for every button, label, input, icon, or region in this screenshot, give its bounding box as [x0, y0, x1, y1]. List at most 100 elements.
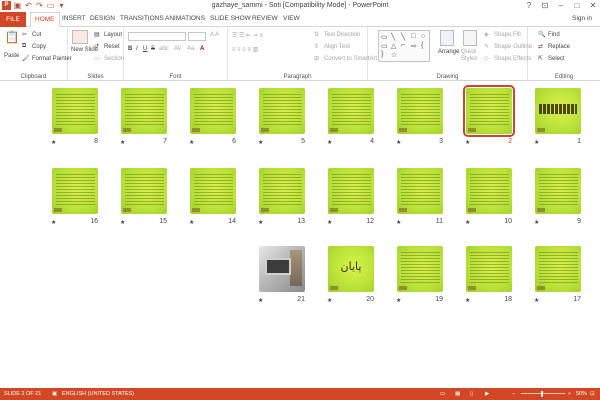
paste-icon[interactable]: 📋 — [4, 30, 20, 50]
fit-window-icon[interactable]: ⊡ — [590, 391, 595, 397]
select-button[interactable]: ⇱ Select — [538, 55, 565, 62]
layout-button[interactable]: ▤ Layout — [94, 31, 122, 38]
quick-styles-icon[interactable] — [463, 30, 477, 46]
zoom-slider-thumb[interactable] — [541, 391, 543, 397]
transition-star-icon[interactable]: ★ — [51, 139, 56, 146]
underline-button[interactable]: U — [143, 46, 147, 52]
italic-button[interactable]: I — [136, 46, 138, 52]
tab-review[interactable]: REVIEW — [252, 15, 278, 22]
tab-animations[interactable]: ANIMATIONS — [165, 15, 205, 22]
slide-thumbnail[interactable] — [463, 85, 515, 137]
tab-view[interactable]: VIEW — [283, 15, 300, 22]
shape-brace-icon[interactable]: { — [421, 42, 430, 50]
font-color-icon[interactable]: A — [200, 46, 204, 52]
replace-button[interactable]: ⇄ Replace — [538, 43, 570, 50]
shape-fill-button[interactable]: ◈ Shape Fill — [484, 31, 521, 38]
slide-thumbnail[interactable] — [190, 168, 236, 214]
align-text-button[interactable]: ⇕ Align Text — [314, 43, 350, 50]
slide-thumbnail[interactable] — [259, 168, 305, 214]
quick-styles-button[interactable]: Quick Styles — [461, 49, 481, 63]
transition-star-icon[interactable]: ★ — [327, 297, 332, 304]
help-icon[interactable]: ? — [524, 1, 534, 10]
transition-star-icon[interactable]: ★ — [465, 219, 470, 226]
grow-font-icon[interactable]: A A — [210, 32, 219, 38]
transition-star-icon[interactable]: ★ — [120, 219, 125, 226]
close-icon[interactable]: ✕ — [588, 1, 598, 10]
reading-view-icon[interactable]: ▯ — [470, 391, 473, 397]
transition-star-icon[interactable]: ★ — [396, 219, 401, 226]
transition-star-icon[interactable]: ★ — [396, 297, 401, 304]
font-name-select[interactable] — [128, 32, 186, 41]
arrange-button[interactable]: Arrange — [438, 49, 459, 55]
cut-button[interactable]: ✂ Cut — [22, 31, 41, 38]
slide-thumbnail[interactable] — [259, 88, 305, 134]
shape-rect-icon[interactable]: ▭ — [381, 42, 390, 50]
slideshow-view-icon[interactable]: ▶ — [485, 391, 489, 397]
slide-thumbnail[interactable] — [328, 168, 374, 214]
slide-thumbnail[interactable] — [535, 168, 581, 214]
text-shadow-button[interactable]: abc — [159, 46, 169, 52]
tab-transitions[interactable]: TRANSITIONS — [120, 15, 164, 22]
transition-star-icon[interactable]: ★ — [327, 139, 332, 146]
shape-rect-icon[interactable]: ▭ — [381, 33, 390, 41]
sign-in-link[interactable]: Sign in — [572, 15, 592, 22]
shape-effects-button[interactable]: ◇ Shape Effects — [484, 55, 531, 62]
format-painter-button[interactable]: 🖌 Format Painter — [22, 55, 72, 62]
slide-thumbnail[interactable]: پایان — [328, 246, 374, 292]
zoom-level[interactable]: 50% — [576, 391, 587, 397]
slide-thumbnail[interactable] — [535, 246, 581, 292]
tab-home[interactable]: HOME — [30, 12, 60, 27]
slide-thumbnail[interactable] — [397, 168, 443, 214]
bullets-icon[interactable]: ☰ ☰ ⇤ ⇥ ≡ — [232, 32, 263, 39]
bold-button[interactable]: B — [128, 46, 132, 52]
spellcheck-icon[interactable]: ▣ — [52, 391, 57, 397]
shape-arrow-icon[interactable]: ⇨ — [411, 42, 420, 50]
slide-thumbnail[interactable] — [52, 168, 98, 214]
zoom-slider[interactable] — [521, 393, 565, 394]
slide-thumbnail[interactable] — [328, 88, 374, 134]
slide-thumbnail[interactable] — [466, 246, 512, 292]
slide-thumbnail[interactable] — [397, 88, 443, 134]
zoom-out-button[interactable]: − — [512, 391, 515, 397]
slide-sorter-view-icon[interactable]: ▦ — [455, 391, 460, 397]
shape-line-icon[interactable]: ╲ — [391, 33, 400, 41]
tab-file[interactable]: FILE — [0, 12, 26, 27]
transition-star-icon[interactable]: ★ — [120, 139, 125, 146]
slide-thumbnail[interactable] — [535, 88, 581, 134]
find-button[interactable]: 🔍 Find — [538, 31, 560, 38]
tab-slide-show[interactable]: SLIDE SHOW — [210, 15, 251, 22]
transition-star-icon[interactable]: ★ — [396, 139, 401, 146]
shape-brace-icon[interactable]: } — [381, 51, 390, 59]
slide-thumbnail[interactable] — [121, 88, 167, 134]
reset-button[interactable]: ↺ Reset — [94, 43, 120, 50]
transition-star-icon[interactable]: ★ — [189, 219, 194, 226]
slide-thumbnail[interactable] — [121, 168, 167, 214]
ribbon-display-icon[interactable]: ⊡ — [540, 1, 550, 10]
shape-line-icon[interactable]: ╲ — [401, 33, 410, 41]
transition-star-icon[interactable]: ★ — [258, 219, 263, 226]
text-direction-button[interactable]: ⇅ Text Direction — [314, 31, 360, 38]
shape-bend-icon[interactable]: ⌐ — [401, 42, 410, 50]
shape-oval-icon[interactable]: ○ — [421, 33, 430, 41]
copy-button[interactable]: ⧉ Copy — [22, 43, 46, 50]
language-indicator[interactable]: ENGLISH (UNITED STATES) — [62, 391, 134, 397]
tab-design[interactable]: DESIGN — [90, 15, 115, 22]
shape-star-icon[interactable]: ☆ — [391, 51, 400, 59]
slide-thumbnail[interactable] — [190, 88, 236, 134]
shape-outline-button[interactable]: ✎ Shape Outline — [484, 43, 532, 50]
slide-thumbnail[interactable] — [259, 246, 305, 292]
font-size-select[interactable] — [188, 32, 206, 41]
transition-star-icon[interactable]: ★ — [534, 297, 539, 304]
shape-square-icon[interactable]: □ — [411, 33, 420, 41]
arrange-icon[interactable] — [440, 30, 454, 46]
normal-view-icon[interactable]: ▭ — [440, 391, 445, 397]
strikethrough-button[interactable]: S — [151, 46, 155, 52]
character-spacing-button[interactable]: AV — [174, 46, 182, 52]
slide-thumbnail[interactable] — [466, 168, 512, 214]
new-slide-icon[interactable] — [72, 30, 88, 44]
slide-thumbnail[interactable] — [397, 246, 443, 292]
transition-star-icon[interactable]: ★ — [327, 219, 332, 226]
transition-star-icon[interactable]: ★ — [465, 139, 470, 146]
shape-triangle-icon[interactable]: △ — [391, 42, 400, 50]
slide-thumbnail[interactable] — [52, 88, 98, 134]
